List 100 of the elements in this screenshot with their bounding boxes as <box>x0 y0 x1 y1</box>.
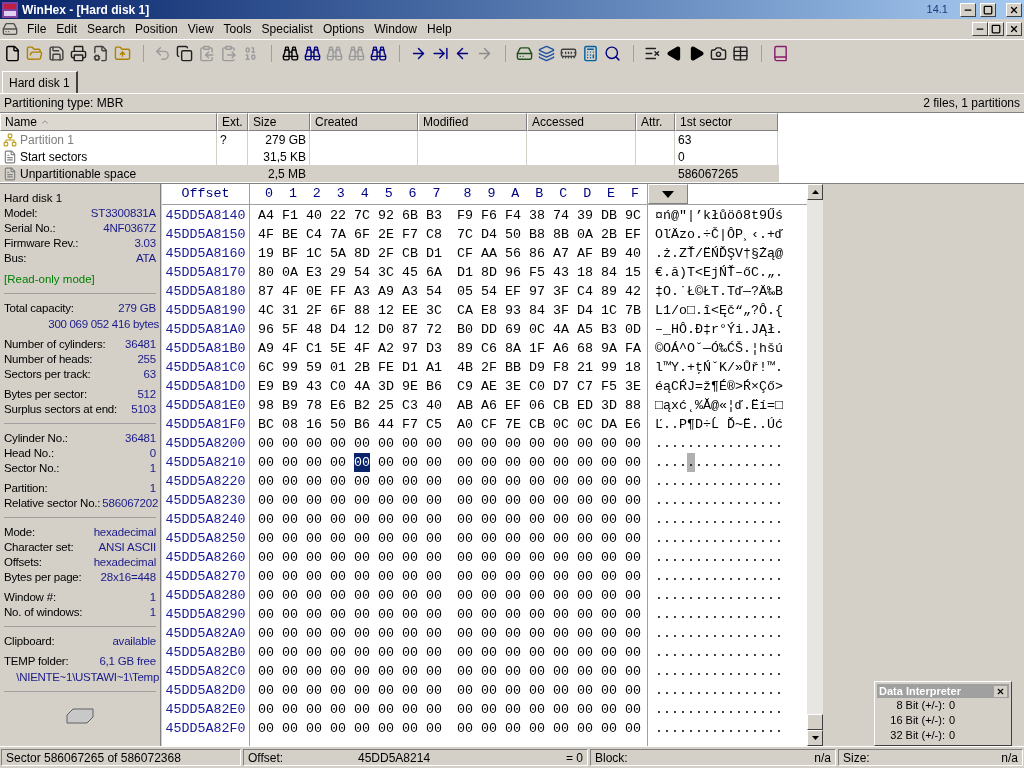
info-label: Serial No.: <box>4 221 56 236</box>
text-characters: ................ <box>655 606 783 624</box>
menu-item[interactable]: Search <box>82 20 131 38</box>
calculator-icon[interactable] <box>582 45 599 62</box>
text-characters: ................ <box>655 644 783 662</box>
triangle-right-icon[interactable] <box>688 45 705 62</box>
offset-cell-text: 45DD5A8140 <box>164 207 247 225</box>
hex-bytes: A4 F1 40 22 7C 92 6B B3 <box>258 207 442 225</box>
copy-icon[interactable] <box>176 45 193 62</box>
text-characters: ................ <box>655 530 783 548</box>
info-value: hexadecimal <box>93 525 156 540</box>
text-characters: ................ <box>655 720 783 738</box>
info-label: Total capacity: <box>4 301 74 316</box>
new-file-icon[interactable] <box>4 45 21 62</box>
scrollbar[interactable] <box>807 184 823 746</box>
info-value: 36481 <box>125 431 156 446</box>
disk-menu-icon[interactable] <box>2 21 18 37</box>
hex-bytes: 00 00 00 00 00 00 00 00 <box>457 587 641 605</box>
triangle-left-icon[interactable] <box>666 45 683 62</box>
scroll-down-button[interactable] <box>807 730 823 746</box>
info-label: Relative sector No.: <box>4 496 101 511</box>
table-cell-text: 586067265 <box>678 165 739 183</box>
table-icon[interactable] <box>732 45 749 62</box>
column-header: 2 <box>311 185 322 203</box>
binoculars-icon[interactable] <box>282 45 299 62</box>
printer-icon[interactable] <box>70 45 87 62</box>
arrow-to-line-icon[interactable] <box>432 45 449 62</box>
menu-item[interactable]: Position <box>130 20 183 38</box>
maximize-button[interactable] <box>980 2 996 17</box>
caret-icon <box>811 736 819 740</box>
column-header[interactable]: Name <box>0 113 217 131</box>
menu-item[interactable]: Window <box>369 20 422 38</box>
list-remove-icon[interactable] <box>644 45 661 62</box>
close-button[interactable] <box>994 685 1007 697</box>
clipboard-paste-icon[interactable] <box>220 45 237 62</box>
column-header[interactable]: Ext. <box>217 113 248 131</box>
hex-bytes: 00 00 00 00 00 00 00 00 <box>457 625 641 643</box>
hex-bytes: 00 00 00 00 00 00 00 00 <box>258 644 442 662</box>
hex-bytes: 4B 2F BB D9 F8 21 99 18 <box>457 359 641 377</box>
info-label: Bytes per sector: <box>4 387 87 402</box>
column-header[interactable]: Accessed <box>527 113 636 131</box>
hex-bytes: 00 00 00 00 00 00 00 00 <box>258 682 442 700</box>
hex-bytes: 4F BE C4 7A 6F 2E F7 C8 <box>258 226 442 244</box>
document-tab[interactable]: Hard disk 1 <box>2 71 78 93</box>
hex-bytes: 00 00 00 00 00 00 00 00 <box>258 473 442 491</box>
text-characters: ................ <box>655 701 783 719</box>
layers-icon[interactable] <box>538 45 555 62</box>
hex-bytes: C9 AE 3E C0 D7 C7 F5 3E <box>457 378 641 396</box>
menu-item[interactable]: Edit <box>51 20 83 38</box>
restore-button[interactable] <box>988 22 1004 36</box>
info-label: Offsets: <box>4 555 42 570</box>
info-label: Firmware Rev.: <box>4 236 79 251</box>
column-header[interactable]: Modified <box>418 113 527 131</box>
dropdown-button[interactable] <box>648 184 688 204</box>
info-value: available <box>112 634 156 649</box>
hex-bytes: 00 00 00 00 00 00 00 00 <box>258 530 442 548</box>
column-header: 1 <box>287 185 298 203</box>
minimize-button[interactable] <box>972 22 988 36</box>
column-header[interactable]: Attr. <box>636 113 675 131</box>
column-header: 5 <box>383 185 394 203</box>
minimize-button[interactable] <box>960 2 976 17</box>
table-row[interactable]: Unpartitionable space 2,5 MB 586067265 <box>0 165 779 182</box>
binoculars-icon[interactable] <box>304 45 321 62</box>
book-icon[interactable] <box>772 45 789 62</box>
menu-item[interactable]: Options <box>317 20 370 38</box>
interpreter-label: 32 Bit (+/-): <box>889 728 945 743</box>
text-characters: ................ <box>655 549 783 567</box>
column-header[interactable]: Created <box>310 113 418 131</box>
info-label: No. of windows: <box>4 605 83 620</box>
save-icon[interactable] <box>48 45 65 62</box>
hex-bytes: 00 00 00 00 00 00 00 00 <box>457 720 641 738</box>
offset-cell-text: 45DD5A8150 <box>164 226 247 244</box>
hex-bytes: 00 <box>354 453 370 472</box>
clipboard-copy-icon[interactable] <box>198 45 215 62</box>
menu-item[interactable]: View <box>182 20 219 38</box>
hex-bytes: 89 C6 8A 1F A6 68 9A FA <box>457 340 641 358</box>
scroll-thumb[interactable] <box>807 714 823 730</box>
menu-item[interactable]: Tools <box>218 20 257 38</box>
menu-item[interactable]: Specialist <box>256 20 318 38</box>
close-button[interactable] <box>1006 22 1022 36</box>
text-characters: ................ <box>655 663 783 681</box>
menu-item[interactable]: File <box>22 20 52 38</box>
text-characters: ‡O.˙Ł©ŁT.Tď—?Ä‰B <box>655 283 783 301</box>
column-header[interactable]: 1st sector <box>675 113 778 131</box>
column-header[interactable]: Size <box>248 113 310 131</box>
offset-cell-text: 45DD5A8290 <box>164 606 247 624</box>
search-icon[interactable] <box>604 45 621 62</box>
binoculars-icon[interactable] <box>370 45 387 62</box>
version-label: 14.1 <box>926 2 948 18</box>
offset-cell-text: 45DD5A82F0 <box>164 720 247 738</box>
camera-icon[interactable] <box>710 45 727 62</box>
menu-item[interactable]: Help <box>422 20 457 38</box>
close-button[interactable] <box>1006 2 1022 17</box>
table-row[interactable]: Partition 1 ? 279 GB 63 <box>0 131 779 148</box>
scroll-up-button[interactable] <box>807 184 823 200</box>
file-settings-icon[interactable] <box>92 45 109 62</box>
hex-bytes: 00 00 00 00 00 00 00 00 <box>457 435 641 453</box>
info-value: 279 GB <box>118 301 156 316</box>
column-header: A <box>510 185 521 203</box>
panel-title: Data Interpreter <box>879 683 961 699</box>
